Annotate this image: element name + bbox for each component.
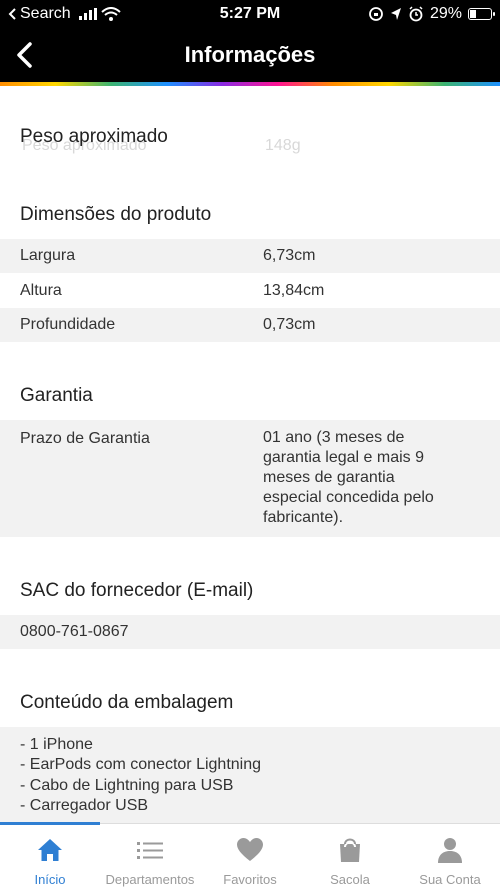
heart-icon [237,838,263,861]
row-label: Largura [20,247,76,264]
section-title-warranty: Garantia [20,385,93,406]
tab-label: Departamentos [105,872,195,887]
tab-label: Sua Conta [419,872,481,887]
status-right: 29% [368,5,495,23]
user-icon [438,838,462,863]
list-item: - Carregador USB [20,797,149,814]
page-title: Informações [184,42,316,67]
tab-departamentos[interactable]: Departamentos [100,824,200,889]
warranty-line: meses de garantia [263,469,395,486]
location-icon [390,8,401,20]
row-value: 6,73cm [263,247,316,264]
warranty-line: especial concedida pelo [263,489,434,506]
warranty-line: garantia legal e mais 9 [263,449,424,466]
table-row: Profundidade 0,73cm [0,308,500,342]
tab-label: Sacola [330,872,370,887]
tab-sacola[interactable]: Sacola [300,824,400,889]
ghost-weight-value: 148g [265,137,301,154]
list-item: - 1 iPhone [20,736,93,753]
warranty-value: 01 ano (3 meses de garantia legal e mais… [263,428,478,528]
navigation-bar: Informações [0,28,500,82]
section-title-package-contents: Conteúdo da embalagem [20,692,234,713]
table-row: Altura 13,84cm [0,273,500,308]
warranty-line: fabricante). [263,509,344,526]
list-item: - Cabo de Lightning para USB [20,777,234,794]
list-icon [137,842,163,859]
row-value: 13,84cm [263,282,325,299]
list-item: - EarPods com conector Lightning [20,756,262,773]
section-title-sac: SAC do fornecedor (E-mail) [20,580,254,601]
row-label: Profundidade [20,316,116,333]
table-row: 0800-761-0867 [0,615,500,649]
row-label: Prazo de Garantia [20,430,150,447]
table-row: Largura 6,73cm [0,239,500,273]
tab-label: Favoritos [223,872,277,887]
tab-label: Início [34,872,66,887]
table-row: Prazo de Garantia 01 ano (3 meses de gar… [0,420,500,537]
warranty-line: 01 ano (3 meses de [263,429,405,446]
home-icon [38,839,62,861]
section-title-weight: Peso aproximado [20,126,168,147]
tab-inicio[interactable]: Início [0,824,100,889]
battery-icon [468,8,495,20]
bottom-tab-bar: Início Departamentos Favoritos Sacola Su… [0,822,500,889]
alarm-icon [409,6,423,22]
bag-icon [340,838,360,862]
section-title-dimensions: Dimensões do produto [20,204,212,225]
sac-value: 0800-761-0867 [20,623,129,640]
battery-percent: 29% [429,5,462,22]
tab-favoritos[interactable]: Favoritos [200,824,300,889]
row-value: 0,73cm [263,316,316,333]
orientation-lock-icon [369,7,383,21]
info-content[interactable]: Peso aproximado 148g Peso aproximado Dim… [0,86,500,823]
row-label: Altura [20,282,62,299]
status-bar: Search 5:27 PM 29% [0,0,500,28]
tab-sua-conta[interactable]: Sua Conta [400,824,500,889]
